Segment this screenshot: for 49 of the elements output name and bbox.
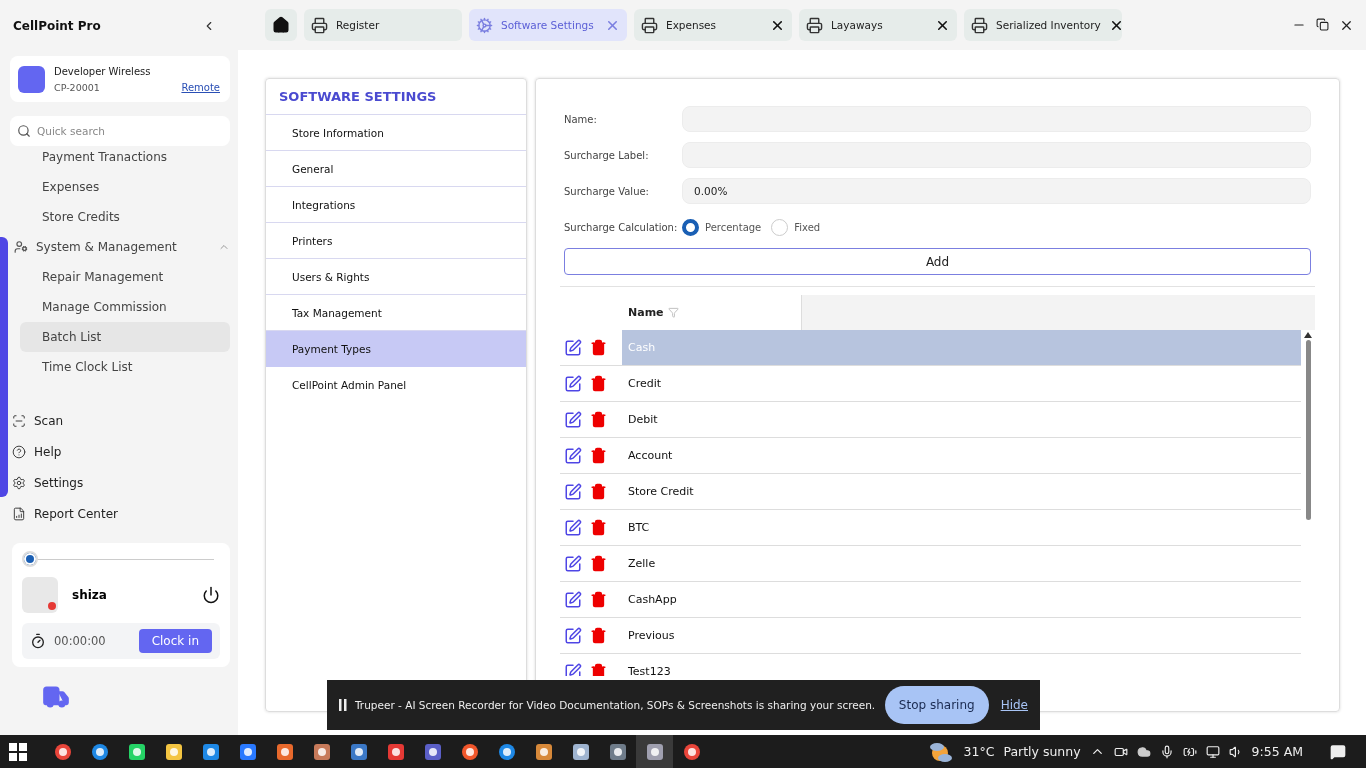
nav-item[interactable]: Store Credits [20,202,230,232]
field-label: Surcharge Value: [564,185,650,197]
sharing-message: Trupeer - AI Screen Recorder for Video Documentation, SOPs & Screenshots is sharing your screen. [355,699,877,711]
tab[interactable]: Expenses [634,9,792,41]
remote-link[interactable]: Remote [181,81,220,93]
nav-item[interactable]: Report Center [10,498,230,529]
menu-item[interactable]: Users & Rights [266,259,526,295]
field-label: Surcharge Label: [564,149,650,161]
nav-item[interactable]: Time Clock List [20,352,230,382]
nav-group-label: System & Management [36,240,178,254]
clock-in-button[interactable]: Clock in [138,629,212,653]
store-code: CP-20001 [54,81,100,93]
nav-item[interactable]: Repair Management [20,262,230,292]
stop-sharing-button[interactable]: Stop sharing [884,686,989,724]
menu-item[interactable]: Printers [266,223,526,259]
menu-item[interactable]: Tax Management [266,295,526,331]
tab[interactable]: Register [304,9,462,41]
nav-item[interactable]: Manage Commission [20,292,230,322]
nav-item[interactable]: Batch List [20,322,230,352]
add-button[interactable]: Add [564,248,1311,275]
input-field[interactable]: 0.00% [682,178,1311,204]
user-name: shiza [72,588,108,602]
menu-item[interactable]: CellPoint Admin Panel [266,367,526,403]
menu-item[interactable]: General [266,151,526,187]
temperature: 31°C [963,744,995,759]
field-label: Name: [564,113,598,125]
clock[interactable]: 9:55 AM [1251,744,1303,759]
menu-item[interactable]: Store Information [266,115,526,151]
tab[interactable]: Serialized Inventory [964,9,1122,41]
radio-label: Percentage [705,221,762,233]
search-field[interactable]: Quick search [10,116,230,146]
nav-group[interactable]: System & Management [10,232,230,262]
menu-item[interactable]: Payment Types [266,331,526,367]
store-name: Developer Wireless [54,65,152,77]
nav-item[interactable]: Expenses [20,172,230,202]
clock-time: 00:00:00 [54,634,107,648]
field-label: Surcharge Calculation: [564,221,679,233]
app-title: CellPoint Pro [13,19,101,33]
nav-item[interactable]: Help [10,436,230,467]
tab[interactable]: Software Settings [469,9,627,41]
tab[interactable]: Layaways [799,9,957,41]
menu-item[interactable]: Integrations [266,187,526,223]
hide-link[interactable]: Hide [1000,698,1028,712]
column-title: Name [628,306,664,319]
radio-label: Fixed [794,221,821,233]
nav-item[interactable]: Scan [10,405,230,436]
column-header[interactable]: Name [622,295,802,330]
weather-text: Partly sunny [1003,744,1081,759]
nav-item[interactable]: Settings [10,467,230,498]
